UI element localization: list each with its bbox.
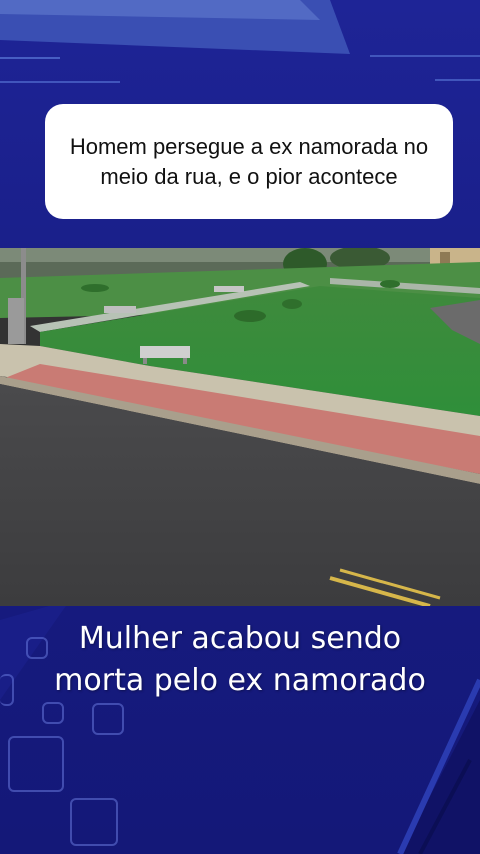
decorative-square: [92, 703, 124, 735]
cctv-street-footage: [0, 248, 480, 606]
decorative-square: [42, 702, 64, 724]
caption-text: Homem persegue a ex namorada no meio da …: [69, 133, 429, 189]
video-player[interactable]: [0, 248, 480, 606]
subtitle: Mulher acabou sendo morta pelo ex namora…: [0, 618, 480, 702]
subtitle-line-2: morta pelo ex namorado: [54, 663, 426, 698]
decorative-square: [70, 798, 118, 846]
decorative-square: [8, 736, 64, 792]
subtitle-line-1: Mulher acabou sendo: [78, 621, 402, 656]
caption-box: Homem persegue a ex namorada no meio da …: [45, 104, 453, 219]
